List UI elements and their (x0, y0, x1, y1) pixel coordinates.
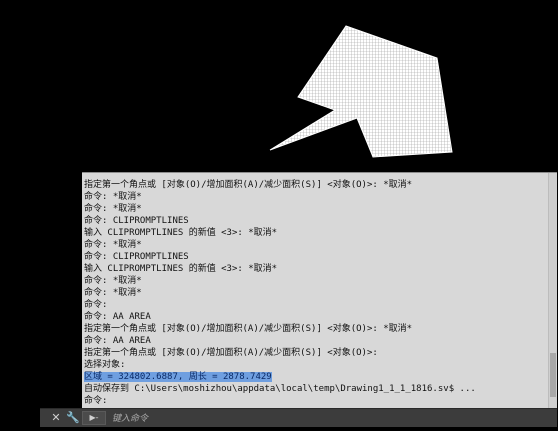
command-bar: ✕ 🔧 ▶- (40, 408, 557, 428)
history-line: 命令: CLIPROMPTLINES (84, 216, 189, 226)
history-line: 输入 CLIPROMPTLINES 的新值 <3>: *取消* (84, 228, 278, 238)
history-line: 命令: CLIPROMPTLINES (84, 252, 189, 262)
history-scrollbar[interactable] (548, 173, 557, 408)
history-line: 输入 CLIPROMPTLINES 的新值 <3>: *取消* (84, 264, 278, 274)
history-line: 命令: AA AREA (84, 336, 151, 346)
history-line: 命令: AA AREA (84, 312, 151, 322)
history-line: 命令: *取消* (84, 240, 142, 250)
history-line: 命令: *取消* (84, 288, 142, 298)
history-line: 指定第一个角点或 [对象(O)/增加面积(A)/减少面积(S)] <对象(O)>… (84, 180, 413, 190)
history-line: 命令: (84, 300, 108, 310)
close-icon[interactable]: ✕ (48, 409, 64, 427)
hatched-polygon[interactable] (0, 0, 558, 170)
drawing-canvas[interactable] (0, 0, 558, 170)
command-input[interactable] (110, 410, 554, 428)
history-line: 区域 = 324802.6887, 周长 = 2878.7429 (84, 371, 557, 383)
history-line: 指定第一个角点或 [对象(O)/增加面积(A)/减少面积(S)] <对象(O)>… (84, 348, 378, 358)
area-result-text: 区域 = 324802.6887, 周长 = 2878.7429 (84, 372, 272, 382)
history-line: 指定第一个角点或 [对象(O)/增加面积(A)/减少面积(S)] <对象(O)>… (84, 324, 413, 334)
command-history: 指定第一个角点或 [对象(O)/增加面积(A)/减少面积(S)] <对象(O)>… (82, 172, 557, 408)
history-line: 命令: *取消* (84, 204, 142, 214)
history-line: 选择对象: (84, 360, 126, 370)
wrench-icon[interactable]: 🔧 (65, 409, 81, 427)
history-line: 自动保存到 C:\Users\moshizhou\appdata\local\t… (84, 384, 476, 394)
recent-commands-button[interactable]: ▶- (82, 411, 106, 425)
history-line: 命令: *取消* (84, 192, 142, 202)
history-line: 命令: *取消* (84, 276, 142, 286)
history-line: 命令: (84, 396, 108, 406)
scrollbar-thumb[interactable] (550, 353, 556, 397)
